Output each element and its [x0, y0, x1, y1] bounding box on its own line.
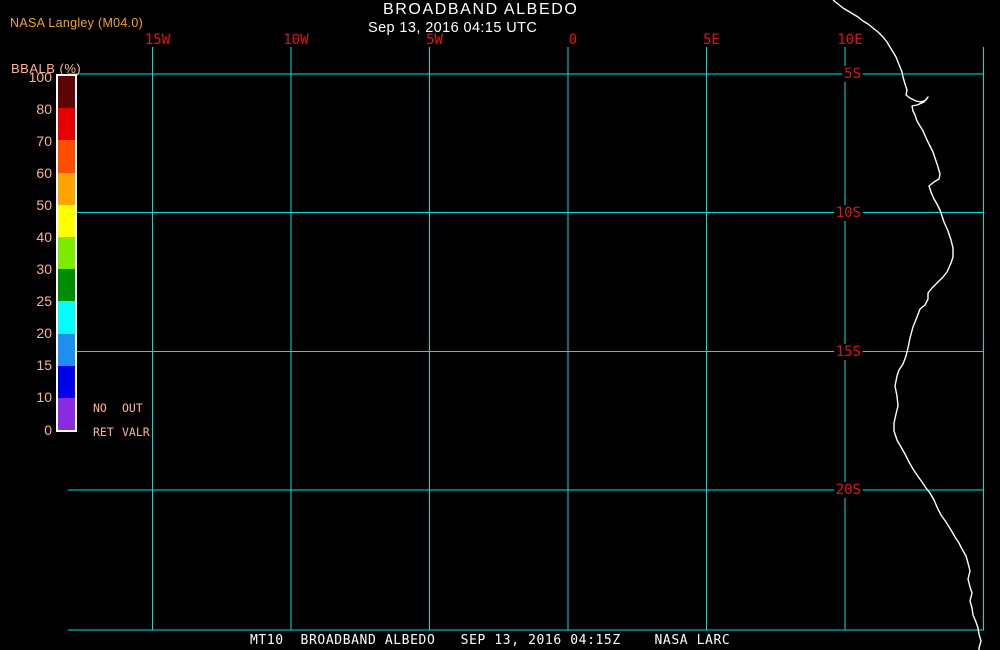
colorbar-segment [58, 76, 75, 109]
lat-label-10S: 10S [833, 204, 863, 221]
page-title: BROADBAND ALBEDO [383, 1, 579, 18]
colorbar-tick-20: 20 [36, 325, 52, 342]
lon-label-5E: 5E [702, 32, 721, 48]
colorbar-tick-80: 80 [36, 100, 52, 117]
lon-label-10E: 10E [836, 32, 864, 48]
colorbar-tick-10: 10 [36, 389, 52, 406]
page-subtitle: Sep 13, 2016 04:15 UTC [368, 20, 538, 36]
colorbar-tick-60: 60 [36, 164, 52, 181]
lon-label-0: 0 [567, 32, 579, 48]
colorbar-tick-0: 0 [44, 421, 52, 438]
colorbar-flag-NO: NO [93, 401, 107, 415]
colorbar-flag-VALR: VALR [122, 425, 150, 439]
colorbar-segment [58, 333, 75, 366]
org-label: NASA Langley (M04.0) [10, 16, 144, 30]
colorbar-segment [58, 108, 75, 141]
colorbar-flag-RET: RET [93, 425, 114, 439]
colorbar-segment [58, 204, 75, 237]
lon-label-5W: 5W [425, 32, 444, 48]
colorbar [56, 74, 77, 432]
map-canvas [68, 0, 984, 650]
albedo-product-view: NASA Langley (M04.0) BROADBAND ALBEDO Se… [0, 0, 1000, 650]
colorbar-segment [58, 236, 75, 270]
map-grid [68, 47, 984, 631]
coastline [832, 0, 982, 650]
lon-label-10W: 10W [282, 32, 310, 48]
colorbar-segment [58, 365, 75, 398]
colorbar-flag-OUT: OUT [122, 401, 143, 415]
colorbar-tick-30: 30 [36, 261, 52, 278]
footer-status-text: MT10 BROADBAND ALBEDO SEP 13, 2016 04:15… [250, 633, 731, 648]
colorbar-tick-100: 100 [28, 68, 52, 85]
colorbar-segment [58, 269, 75, 302]
colorbar-segment [58, 301, 75, 334]
colorbar-tick-50: 50 [36, 196, 52, 213]
lat-label-20S: 20S [833, 482, 863, 498]
lat-label-5S: 5S [842, 66, 863, 82]
colorbar-segment [58, 172, 75, 205]
colorbar-tick-40: 40 [36, 228, 52, 245]
colorbar-tick-70: 70 [36, 132, 52, 149]
colorbar-segment [58, 397, 75, 431]
colorbar-tick-25: 25 [36, 293, 52, 310]
colorbar-segment [58, 140, 75, 173]
colorbar-tick-15: 15 [36, 357, 52, 374]
lon-label-15W: 15W [143, 32, 172, 48]
lat-label-15S: 15S [833, 343, 863, 360]
